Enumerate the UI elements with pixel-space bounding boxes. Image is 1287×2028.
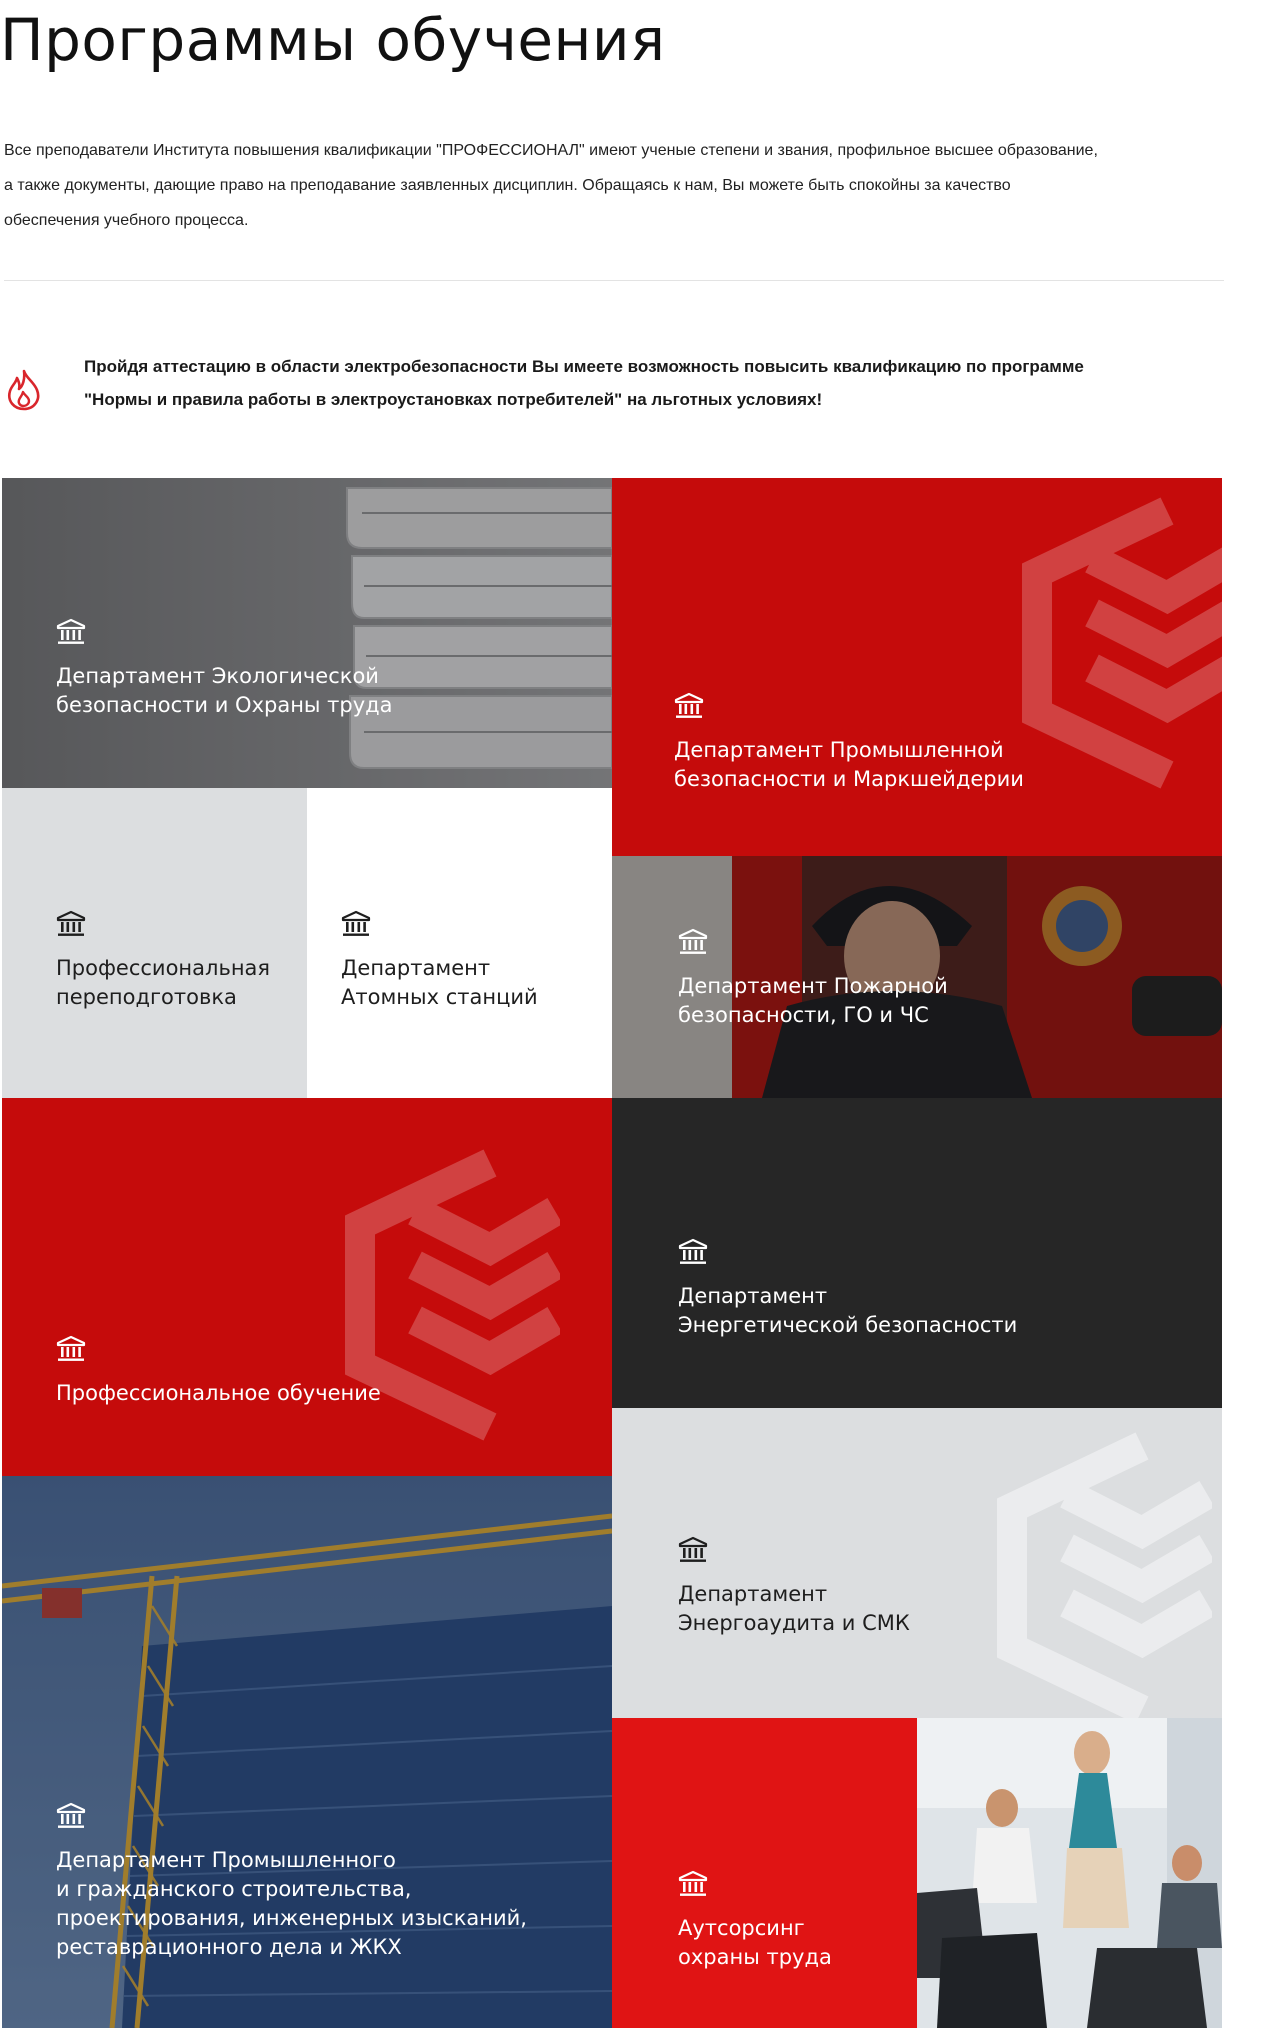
tile-label: Департамент Энергетической безопасности [678, 1284, 1018, 1337]
tile-content: Департамент Промышленной безопасности и … [674, 692, 1024, 794]
tile-content: Департамент Промышленного и гражданского… [56, 1802, 527, 1962]
intro-line: обеспечения учебного процесса. [4, 212, 249, 229]
page-title: Программы обучения [0, 6, 666, 74]
intro-line: Все преподаватели Института повышения кв… [4, 142, 1098, 159]
notice-line: "Нормы и правила работы в электроустанов… [84, 390, 823, 409]
logo-watermark [320, 1130, 560, 1460]
tile-label: Аутсорсинг охраны труда [678, 1916, 832, 1969]
fire-icon [8, 369, 40, 411]
tile-content: Департамент Энергетической безопасности [678, 1238, 1017, 1340]
building-icon [56, 910, 86, 938]
tile-content: Департамент Атомных станций [341, 910, 538, 1012]
meeting-photo-art [917, 1718, 1222, 2028]
tile-content: Департамент Энергоаудита и СМК [678, 1536, 910, 1638]
tile-fire-department[interactable]: Департамент Пожарной безопасности, ГО и … [612, 856, 1222, 1098]
tile-content: Департамент Экологической безопасности и… [56, 618, 393, 720]
tile-audit-department[interactable]: Департамент Энергоаудита и СМК [612, 1408, 1222, 1718]
tile-retraining[interactable]: Профессиональная переподготовка [2, 788, 307, 1098]
intro-text: Все преподаватели Института повышения кв… [4, 133, 1229, 238]
building-icon [341, 910, 371, 938]
meeting-photo [917, 1718, 1222, 2028]
page: Программы обучения Все преподаватели Инс… [0, 0, 1287, 2028]
tile-energy-department[interactable]: Департамент Энергетической безопасности [612, 1098, 1222, 1408]
tile-label: Профессиональное обучение [56, 1381, 381, 1405]
logo-watermark [972, 1428, 1212, 1718]
tile-label: Профессиональная переподготовка [56, 956, 271, 1009]
tile-professional-training[interactable]: Профессиональное обучение [2, 1098, 612, 1476]
intro-line: а также документы, дающие право на препо… [4, 177, 1011, 194]
tile-label: Департамент Энергоаудита и СМК [678, 1582, 910, 1635]
tile-eco-department[interactable]: Департамент Экологической безопасности и… [2, 478, 612, 788]
tile-industrial-department[interactable]: Департамент Промышленной безопасности и … [612, 478, 1222, 856]
tile-content: Аутсорсинг охраны труда [678, 1870, 832, 1972]
building-icon [678, 1870, 708, 1898]
tile-label: Департамент Атомных станций [341, 956, 538, 1009]
tile-content: Департамент Пожарной безопасности, ГО и … [678, 928, 948, 1030]
tile-construction-department[interactable]: Департамент Промышленного и гражданского… [2, 1476, 612, 2028]
tile-content: Профессиональное обучение [56, 1335, 381, 1408]
building-icon [678, 1536, 708, 1564]
tile-label: Департамент Пожарной безопасности, ГО и … [678, 974, 948, 1027]
building-icon [678, 1238, 708, 1266]
notice-line: Пройдя аттестацию в области электробезоп… [84, 357, 1084, 376]
notice-text: Пройдя аттестацию в области электробезоп… [84, 350, 1224, 416]
tile-label: Департамент Промышленной безопасности и … [674, 738, 1024, 791]
tile-label: Департамент Промышленного и гражданского… [56, 1848, 527, 1959]
tile-label: Департамент Экологической безопасности и… [56, 664, 393, 717]
logo-watermark [997, 478, 1222, 808]
building-icon [56, 618, 86, 646]
building-icon [674, 692, 704, 720]
divider [4, 280, 1224, 281]
building-icon [56, 1335, 86, 1363]
building-icon [678, 928, 708, 956]
tile-atomic-department[interactable]: Департамент Атомных станций [307, 788, 612, 1098]
tile-content: Профессиональная переподготовка [56, 910, 270, 1012]
tile-outsourcing[interactable]: Аутсорсинг охраны труда [612, 1718, 917, 2028]
building-icon [56, 1802, 86, 1830]
